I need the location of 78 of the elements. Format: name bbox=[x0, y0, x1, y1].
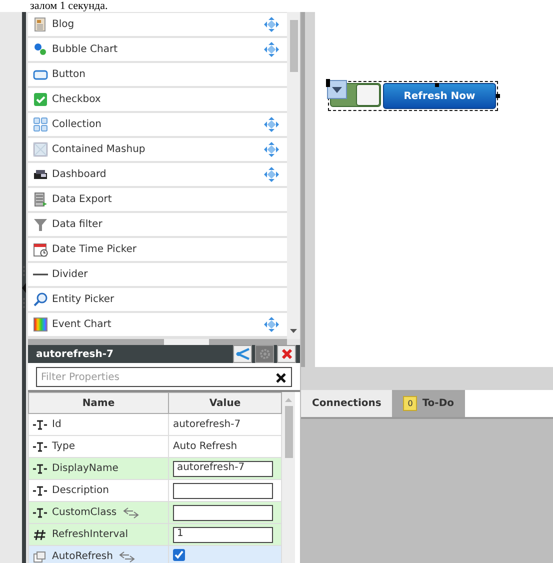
close-icon bbox=[280, 348, 292, 360]
funnel-icon bbox=[33, 217, 48, 232]
text-type-icon bbox=[33, 486, 47, 496]
property-name: Id bbox=[52, 419, 62, 430]
text-type-icon bbox=[33, 464, 47, 474]
document-icon bbox=[33, 17, 48, 32]
share-button[interactable] bbox=[233, 345, 252, 363]
widget-list-item[interactable]: Event Chart bbox=[28, 313, 287, 336]
calendar-icon bbox=[33, 242, 48, 257]
widget-list-item[interactable]: Divider bbox=[28, 263, 287, 286]
widget-list-item[interactable]: Bubble Chart bbox=[28, 38, 287, 61]
widget-list-item[interactable]: Collection bbox=[28, 113, 287, 136]
grid-icon bbox=[33, 117, 48, 132]
filter-field[interactable]: Filter Properties bbox=[36, 367, 292, 387]
share-icon bbox=[236, 348, 250, 360]
move-arrows-icon bbox=[264, 117, 279, 132]
panel-title: autorefresh-7 bbox=[36, 348, 114, 360]
scrollbar-thumb[interactable] bbox=[164, 339, 209, 345]
property-value: Auto Refresh bbox=[172, 441, 238, 452]
widget-list-item[interactable]: Button bbox=[28, 63, 287, 86]
widget-list-item[interactable]: Date Time Picker bbox=[28, 238, 287, 261]
text-type-icon bbox=[33, 420, 47, 430]
line-icon bbox=[33, 273, 48, 276]
widget-list-item[interactable]: Checkbox bbox=[28, 88, 287, 111]
scroll-up-icon bbox=[285, 398, 292, 402]
scrollbar-thumb[interactable] bbox=[284, 406, 292, 458]
tab[interactable]: 0 To-Do bbox=[392, 390, 465, 417]
widget-list-item[interactable]: Data filter bbox=[28, 213, 287, 236]
caret-icon bbox=[332, 86, 342, 92]
text-type-icon bbox=[33, 508, 47, 518]
refresh-button[interactable]: Refresh Now bbox=[383, 83, 496, 109]
column-header: Value bbox=[168, 392, 282, 414]
property-name: Description bbox=[52, 485, 109, 496]
property-value-field[interactable] bbox=[172, 504, 273, 520]
checkmark-icon bbox=[33, 92, 48, 107]
scroll-down-icon bbox=[290, 329, 297, 333]
column-header: Name bbox=[28, 392, 168, 414]
property-value-field[interactable]: autorefresh-7 bbox=[172, 460, 273, 476]
gradient-icon bbox=[33, 317, 48, 332]
widget-list-item[interactable]: Data Export bbox=[28, 188, 287, 211]
bind-arrows-icon bbox=[118, 550, 136, 562]
dashboard-icon bbox=[33, 167, 48, 182]
grip-icon bbox=[22, 296, 26, 310]
property-value: autorefresh-7 bbox=[172, 419, 241, 430]
pattern-icon bbox=[33, 142, 48, 157]
property-name: RefreshInterval bbox=[52, 529, 128, 540]
search-icon bbox=[33, 292, 48, 307]
move-arrows-icon bbox=[264, 317, 279, 332]
hash-icon bbox=[33, 528, 47, 540]
tab[interactable]: Connections bbox=[301, 390, 392, 417]
property-checkbox[interactable] bbox=[172, 549, 185, 561]
property-name: CustomClass bbox=[52, 507, 117, 518]
boolean-type-icon bbox=[33, 550, 47, 562]
settings-icon bbox=[258, 348, 270, 360]
dropdown-handle[interactable] bbox=[327, 80, 347, 99]
text-type-icon bbox=[33, 442, 47, 452]
count-badge: 0 bbox=[403, 396, 418, 411]
widget-list-item[interactable]: Blog bbox=[28, 13, 287, 36]
widget-list-item[interactable]: Contained Mashup bbox=[28, 138, 287, 161]
widget-list-item[interactable]: Entity Picker bbox=[28, 288, 287, 311]
move-arrows-icon bbox=[264, 142, 279, 157]
server-icon bbox=[33, 192, 48, 207]
property-value-field[interactable] bbox=[172, 482, 273, 498]
scrollbar-thumb[interactable] bbox=[290, 20, 298, 72]
property-name: Type bbox=[52, 441, 75, 452]
property-value-field[interactable]: 1 bbox=[172, 526, 273, 542]
close-button[interactable] bbox=[277, 345, 296, 363]
bubbles-icon bbox=[33, 42, 48, 57]
property-name: AutoRefresh bbox=[52, 551, 113, 562]
caption-text: залом 1 секунда. bbox=[29, 0, 109, 12]
property-name: DisplayName bbox=[52, 463, 118, 474]
bind-arrows-icon bbox=[122, 506, 140, 518]
widget-list-item[interactable]: Dashboard bbox=[28, 163, 287, 186]
move-arrows-icon bbox=[264, 17, 279, 32]
clear-icon bbox=[276, 373, 286, 383]
move-arrows-icon bbox=[264, 167, 279, 182]
grip-icon bbox=[22, 264, 26, 278]
move-arrows-icon bbox=[264, 42, 279, 57]
